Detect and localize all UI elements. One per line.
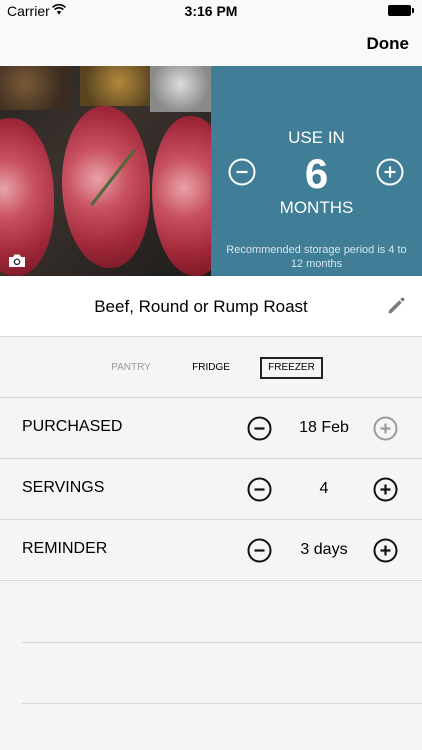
minus-circle-icon[interactable] — [247, 477, 272, 502]
reminder-label: REMINDER — [22, 540, 108, 557]
steak-image — [152, 116, 211, 276]
servings-label: SERVINGS — [22, 479, 105, 496]
battery-icon — [388, 5, 414, 16]
salt-bowl-image — [150, 66, 211, 112]
purchased-value: 18 Feb — [299, 419, 349, 436]
reminder-row: REMINDER 3 days — [0, 520, 422, 581]
servings-value: 4 — [319, 480, 329, 497]
use-in-panel: USE IN 6 MONTHS Recommended storage peri… — [211, 66, 422, 276]
storage-recommendation: Recommended storage period is 4 to 12 mo… — [226, 244, 407, 270]
list-separator — [22, 703, 422, 704]
purchased-label: PURCHASED — [22, 418, 123, 435]
item-name-row: Beef, Round or Rump Roast — [0, 276, 422, 337]
clock: 3:16 PM — [184, 3, 238, 19]
plus-circle-icon[interactable] — [373, 538, 398, 563]
camera-icon[interactable] — [8, 253, 26, 268]
plus-circle-icon[interactable] — [373, 416, 398, 441]
use-in-unit: MONTHS — [279, 198, 354, 217]
pencil-icon[interactable] — [386, 296, 406, 316]
storage-location-selector: PANTRY FRIDGE FREEZER — [0, 337, 422, 398]
list-separator — [22, 642, 422, 643]
plus-circle-icon[interactable] — [373, 477, 398, 502]
reminder-value: 3 days — [300, 541, 348, 558]
minus-circle-icon[interactable] — [247, 538, 272, 563]
increase-period-icon[interactable] — [376, 158, 404, 186]
storage-option-pantry[interactable]: PANTRY — [103, 357, 159, 379]
spice-bowl-image — [80, 66, 158, 106]
done-button[interactable]: Done — [367, 34, 410, 54]
hero-section: USE IN 6 MONTHS Recommended storage peri… — [0, 66, 422, 276]
purchased-row: PURCHASED 18 Feb — [0, 398, 422, 459]
minus-circle-icon[interactable] — [247, 416, 272, 441]
spice-bowl-image — [0, 66, 72, 110]
servings-row: SERVINGS 4 — [0, 459, 422, 520]
storage-option-fridge[interactable]: FRIDGE — [183, 357, 239, 379]
navigation-bar: Done — [0, 22, 422, 66]
use-in-title: USE IN — [288, 128, 345, 147]
storage-option-freezer[interactable]: FREEZER — [260, 357, 323, 379]
item-name: Beef, Round or Rump Roast — [94, 297, 308, 316]
food-photo[interactable] — [0, 66, 211, 276]
status-bar: Carrier 3:16 PM — [0, 0, 422, 22]
